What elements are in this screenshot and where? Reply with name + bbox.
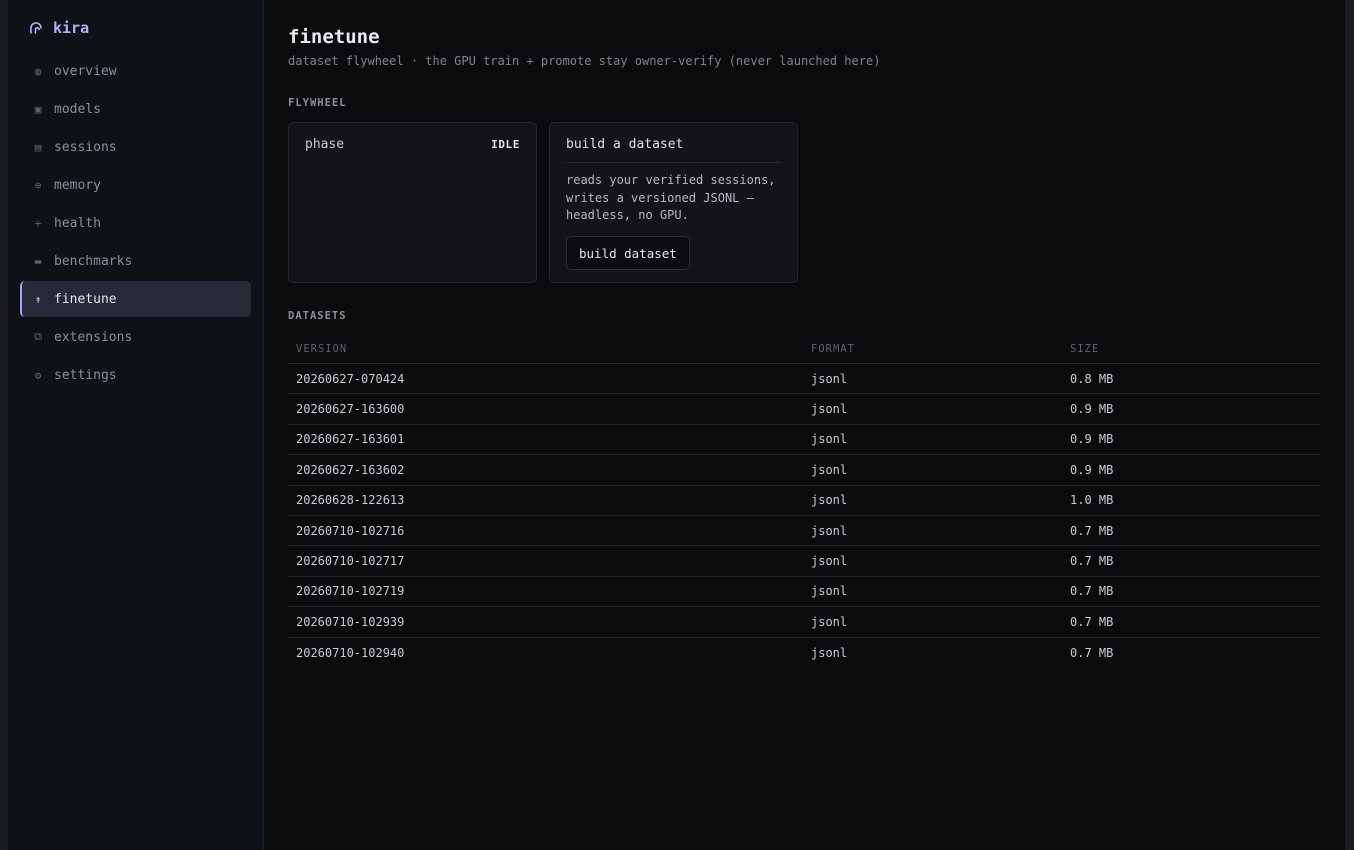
build-card-title: build a dataset <box>566 137 781 163</box>
phase-label: phase <box>305 137 345 152</box>
cell-version: 20260627-163601 <box>296 432 405 447</box>
datasets-table: VERSION FORMAT SIZE 20260627-070424 jsonl… <box>288 334 1320 668</box>
sidebar-item-label: settings <box>54 367 117 383</box>
bar-icon: ▬ <box>34 254 42 268</box>
brand[interactable]: kira <box>28 17 89 39</box>
cell-size: 0.9 MB <box>1070 432 1114 447</box>
sidebar-item-memory[interactable]: ⊕ memory <box>20 167 251 203</box>
cell-size: 0.9 MB <box>1070 462 1114 477</box>
arrow-up-icon: ↟ <box>34 292 42 306</box>
table-row[interactable]: 20260710-102717 jsonl 0.7 MB <box>288 546 1320 577</box>
sidebar-item-health[interactable]: + health <box>20 205 251 241</box>
logo-icon <box>30 22 42 34</box>
sidebar-item-sessions[interactable]: ▤ sessions <box>20 129 251 165</box>
cell-format: jsonl <box>811 645 848 660</box>
sidebar-item-label: sessions <box>54 139 117 155</box>
globe-icon: ◍ <box>34 64 42 78</box>
cell-size: 0.9 MB <box>1070 402 1114 417</box>
cell-version: 20260627-163602 <box>296 462 405 477</box>
cell-format: jsonl <box>811 584 848 599</box>
cell-version: 20260710-102939 <box>296 614 405 629</box>
cell-version: 20260627-163600 <box>296 402 405 417</box>
table-row[interactable]: 20260710-102939 jsonl 0.7 MB <box>288 607 1320 638</box>
main-content: finetune dataset flywheel · the GPU trai… <box>264 0 1345 850</box>
cell-format: jsonl <box>811 462 848 477</box>
build-dataset-card: build a dataset reads your verified sess… <box>549 122 798 283</box>
build-card-description: reads your verified sessions, writes a v… <box>566 173 776 222</box>
table-row[interactable]: 20260627-163600 jsonl 0.9 MB <box>288 394 1320 425</box>
sidebar-item-label: finetune <box>54 291 117 307</box>
gear-icon: ⚙ <box>34 368 42 382</box>
sidebar: kira ◍ overview ▣ models ▤ sessions ⊕ memory + he… <box>8 0 264 850</box>
cell-format: jsonl <box>811 432 848 447</box>
puzzle-icon: ⧉ <box>34 330 42 343</box>
table-row[interactable]: 20260627-163601 jsonl 0.9 MB <box>288 425 1320 456</box>
table-row[interactable]: 20260627-163602 jsonl 0.9 MB <box>288 455 1320 486</box>
datasets-section-label: DATASETS <box>288 310 347 322</box>
sidebar-nav: ◍ overview ▣ models ▤ sessions ⊕ memory + health ▬… <box>20 53 251 395</box>
table-row[interactable]: 20260710-102716 jsonl 0.7 MB <box>288 516 1320 547</box>
cell-version: 20260710-102940 <box>296 645 405 660</box>
table-row[interactable]: 20260710-102940 jsonl 0.7 MB <box>288 638 1320 668</box>
sidebar-item-label: health <box>54 215 101 231</box>
sidebar-item-label: extensions <box>54 329 133 345</box>
sidebar-item-finetune[interactable]: ↟ finetune <box>20 281 251 317</box>
table-row[interactable]: 20260627-070424 jsonl 0.8 MB <box>288 364 1320 395</box>
cell-format: jsonl <box>811 554 848 569</box>
cell-size: 0.7 MB <box>1070 554 1114 569</box>
cell-size: 0.8 MB <box>1070 371 1114 386</box>
cell-version: 20260710-102719 <box>296 584 405 599</box>
phase-row: phase IDLE <box>305 137 520 152</box>
flywheel-section-label: FLYWHEEL <box>288 97 347 109</box>
sidebar-item-label: models <box>54 101 101 117</box>
phase-card: phase IDLE <box>288 122 537 283</box>
cell-format: jsonl <box>811 614 848 629</box>
app-name: kira <box>53 19 90 37</box>
cell-version: 20260710-102716 <box>296 523 405 538</box>
list-icon: ▤ <box>34 140 42 154</box>
cell-size: 0.7 MB <box>1070 584 1114 599</box>
sidebar-item-settings[interactable]: ⚙ settings <box>20 357 251 393</box>
sidebar-item-overview[interactable]: ◍ overview <box>20 53 251 89</box>
cell-version: 20260627-070424 <box>296 371 405 386</box>
sidebar-item-label: overview <box>54 63 117 79</box>
cell-format: jsonl <box>811 371 848 386</box>
cell-version: 20260710-102717 <box>296 554 405 569</box>
page-title: finetune <box>288 26 380 48</box>
phase-status-badge: IDLE <box>491 138 520 151</box>
sidebar-item-benchmarks[interactable]: ▬ benchmarks <box>20 243 251 279</box>
cell-size: 1.0 MB <box>1070 493 1114 508</box>
build-dataset-button[interactable]: build dataset <box>566 236 690 270</box>
cell-version: 20260628-122613 <box>296 493 405 508</box>
table-row[interactable]: 20260628-122613 jsonl 1.0 MB <box>288 486 1320 516</box>
cell-size: 0.7 MB <box>1070 614 1114 629</box>
column-header-size: SIZE <box>1070 342 1100 355</box>
page-subtitle: dataset flywheel · the GPU train + promo… <box>288 54 881 68</box>
column-header-format: FORMAT <box>811 342 855 355</box>
cell-format: jsonl <box>811 493 848 508</box>
cell-format: jsonl <box>811 402 848 417</box>
column-header-version: VERSION <box>296 342 348 355</box>
table-header: VERSION FORMAT SIZE <box>288 334 1320 364</box>
sidebar-item-label: memory <box>54 177 101 193</box>
table-row[interactable]: 20260710-102719 jsonl 0.7 MB <box>288 577 1320 608</box>
sidebar-item-models[interactable]: ▣ models <box>20 91 251 127</box>
plus-icon: + <box>34 216 42 230</box>
cell-size: 0.7 MB <box>1070 523 1114 538</box>
cube-icon: ▣ <box>34 102 42 116</box>
cell-format: jsonl <box>811 523 848 538</box>
crosshair-icon: ⊕ <box>34 178 42 192</box>
table-body: 20260627-070424 jsonl 0.8 MB 20260627-16360… <box>288 364 1320 668</box>
sidebar-item-label: benchmarks <box>54 253 133 269</box>
cell-size: 0.7 MB <box>1070 645 1114 660</box>
app-window: kira ◍ overview ▣ models ▤ sessions ⊕ memory + he… <box>8 0 1345 850</box>
sidebar-item-extensions[interactable]: ⧉ extensions <box>20 319 251 355</box>
